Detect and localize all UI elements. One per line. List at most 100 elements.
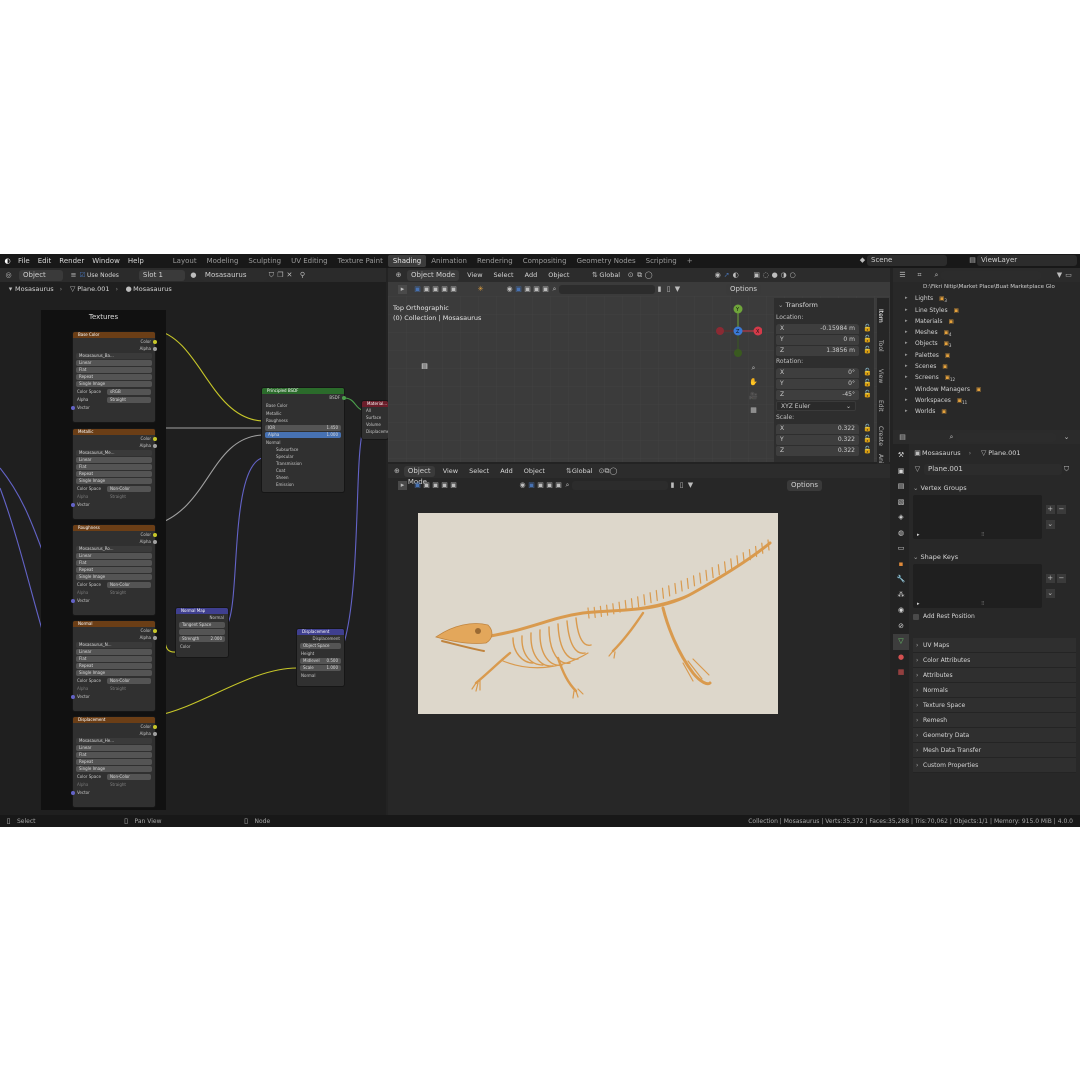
outliner-item-materials[interactable]: ▸ Materials ▣ — [893, 316, 1080, 327]
outliner-item-window-managers[interactable]: ▸ Window Managers ▣ — [893, 384, 1080, 395]
color-space-row[interactable]: Color Space Non-Color — [73, 677, 155, 685]
alpha-mode-row[interactable]: Alpha Straight — [73, 685, 155, 693]
lock-icon[interactable]: 🔓 — [863, 346, 872, 355]
expand-icon[interactable]: ▸ — [905, 293, 908, 304]
source-dropdown[interactable]: Single Image — [76, 670, 152, 676]
snap-icon[interactable]: ⧉ — [635, 271, 644, 280]
options-dropdown[interactable]: Options — [787, 479, 823, 491]
list-grip-icon[interactable]: ⠿ — [981, 601, 985, 607]
shader-editor[interactable]: ◎ Object ≡ ☑ Use Nodes Slot 1 ● Mosasaur… — [0, 268, 388, 815]
sidebar-tab-item[interactable]: Item — [877, 304, 884, 328]
add-icon[interactable]: ▯ — [677, 481, 686, 490]
expand-icon[interactable]: ▸ — [905, 406, 908, 417]
viewport-menu-object[interactable]: Object — [524, 467, 545, 475]
expand-icon[interactable]: ▸ — [905, 316, 908, 327]
extension-dropdown[interactable]: Repeat — [76, 471, 152, 477]
midlevel-field[interactable]: Midlevel 0.500 — [300, 658, 341, 664]
scale-z-field[interactable]: Z 0.322 — [776, 445, 859, 456]
scene-tab-icon[interactable]: ◈ — [893, 510, 909, 526]
select-mode-extend-icon[interactable]: ▣ — [422, 481, 431, 490]
projection-dropdown[interactable]: Flat — [76, 367, 152, 373]
lock-icon[interactable]: 🔓 — [863, 335, 872, 344]
image-datablock-field[interactable]: Mosasaurus_Ro... — [76, 546, 152, 552]
view-object-types-icon[interactable]: ◉ — [518, 481, 527, 490]
vertex-groups-list[interactable]: ▸ ⠿ — [913, 495, 1042, 539]
selectability-icon[interactable]: ▣ — [514, 285, 523, 294]
proportional-icon[interactable]: ◯ — [644, 271, 653, 280]
viewport-editor-icon[interactable]: ⊕ — [394, 271, 403, 280]
viewport-menu-view[interactable]: View — [467, 271, 482, 279]
source-dropdown[interactable]: Single Image — [76, 766, 152, 772]
add-icon[interactable]: ▯ — [664, 285, 673, 294]
viewlayer-selector[interactable]: ▤ ViewLayer — [968, 255, 1077, 266]
pan-hand-icon[interactable]: ✋ — [749, 378, 758, 387]
projection-dropdown[interactable]: Flat — [76, 560, 152, 566]
material-shading-icon[interactable]: ◑ — [779, 271, 788, 280]
visibility-icon[interactable]: ◉ — [713, 271, 722, 280]
render-tab-icon[interactable]: ▣ — [893, 464, 909, 480]
extension-dropdown[interactable]: Repeat — [76, 374, 152, 380]
physics-tab-icon[interactable]: ◉ — [893, 603, 909, 619]
select-mode-new-icon[interactable]: ▣ — [413, 481, 422, 490]
display-mode-icon[interactable]: ⌗ — [915, 271, 924, 280]
ortho-grid-icon[interactable]: ▦ — [749, 406, 758, 415]
filter-icon-c[interactable]: ▣ — [541, 285, 550, 294]
alpha-mode-row[interactable]: Alpha Straight — [73, 493, 155, 501]
camera-icon[interactable]: 🎥 — [749, 392, 758, 401]
projection-dropdown[interactable]: Flat — [76, 464, 152, 470]
image-datablock-field[interactable]: Mosasaurus_Ba... — [76, 353, 152, 359]
remove-shape-key-button[interactable]: − — [1056, 574, 1066, 583]
projection-dropdown[interactable]: Flat — [76, 752, 152, 758]
scene-selector[interactable]: ◆ Scene — [858, 255, 947, 266]
tab-rendering[interactable]: Rendering — [472, 255, 518, 267]
lock-icon[interactable]: 🔓 — [863, 435, 872, 444]
shape-keys-header[interactable]: ⌄ Shape Keys — [913, 550, 1075, 564]
sidebar-tab-view[interactable]: View — [877, 364, 884, 388]
outliner-item-scenes[interactable]: ▸ Scenes ▣ — [893, 361, 1080, 372]
expand-icon[interactable]: ▸ — [905, 327, 908, 338]
expand-icon[interactable]: ▸ — [905, 384, 908, 395]
panel-custom-properties[interactable]: Custom Properties — [913, 758, 1076, 773]
panel-mesh-data-transfer[interactable]: Mesh Data Transfer — [913, 743, 1076, 758]
color-space-row[interactable]: Color Space Non-Color — [73, 581, 155, 589]
xray-icon[interactable]: ▣ — [752, 271, 761, 280]
expand-icon[interactable]: ▸ — [905, 305, 908, 316]
image-datablock-field[interactable]: Mosasaurus_Me... — [76, 450, 152, 456]
tab-compositing[interactable]: Compositing — [518, 255, 572, 267]
rotation-x-field[interactable]: X 0° — [776, 367, 859, 378]
navigation-gizmo[interactable]: Y X Z — [714, 301, 762, 361]
normal-map-node[interactable]: Normal Map Normal Tangent Space Strength… — [176, 608, 228, 657]
scale-y-field[interactable]: Y 0.322 — [776, 434, 859, 445]
expand-icon[interactable]: ▸ — [905, 395, 908, 406]
scene-field[interactable]: Scene — [867, 255, 947, 266]
viewport-search-input[interactable] — [572, 480, 668, 490]
orientation-dropdown[interactable]: Global — [572, 467, 593, 475]
image-texture-node[interactable]: Metallic Color Alpha Mosasaurus_Me... Li… — [71, 429, 157, 519]
filter-icon-c[interactable]: ▣ — [554, 481, 563, 490]
tangent-space-dropdown[interactable]: Tangent Space — [179, 622, 225, 628]
interpolation-dropdown[interactable]: Linear — [76, 649, 152, 655]
image-datablock-field[interactable]: Mosasaurus_N... — [76, 642, 152, 648]
source-dropdown[interactable]: Single Image — [76, 381, 152, 387]
object-tab-icon[interactable]: ▪ — [893, 557, 909, 573]
tab-sculpting[interactable]: Sculpting — [243, 255, 286, 267]
outliner-item-screens[interactable]: ▸ Screens ▣12 — [893, 372, 1080, 383]
gizmo-icon[interactable]: ➚ — [722, 271, 731, 280]
modifier-tab-icon[interactable]: 🔧 — [893, 572, 909, 588]
tab-scripting[interactable]: Scripting — [641, 255, 682, 267]
select-mode-invert-icon[interactable]: ▣ — [440, 481, 449, 490]
add-rest-position-row[interactable]: Add Rest Position — [913, 613, 1075, 620]
ior-field[interactable]: IOR 1.450 — [265, 425, 341, 431]
wireframe-shading-icon[interactable]: ◌ — [761, 271, 770, 280]
options-icon[interactable]: ⌄ — [1062, 433, 1071, 442]
outliner-item-workspaces[interactable]: ▸ Workspaces ▣11 — [893, 395, 1080, 406]
camera-object-icon[interactable]: ▤ — [420, 362, 429, 371]
tab-modeling[interactable]: Modeling — [202, 255, 244, 267]
shape-key-specials-button[interactable]: ⌄ — [1045, 589, 1055, 598]
rotation-mode-dropdown[interactable]: XYZ Euler ⌄ — [776, 401, 856, 411]
viewport-top-ortho[interactable]: ⊕ Object Mode View Select Add Object ⇅ Glob… — [388, 268, 890, 485]
viewport-menu-view[interactable]: View — [443, 467, 458, 475]
expand-icon[interactable]: ▸ — [905, 350, 908, 361]
material-output-node[interactable]: Material... All Surface Volume Displacem… — [362, 401, 388, 439]
panel-geometry-data[interactable]: Geometry Data — [913, 728, 1076, 743]
